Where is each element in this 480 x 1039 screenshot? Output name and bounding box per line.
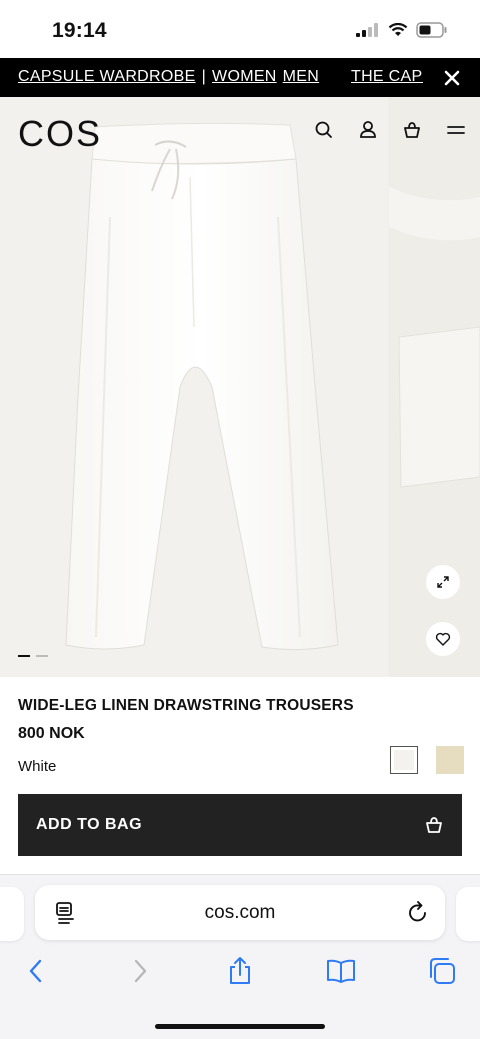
book-icon: [327, 959, 355, 983]
share-button[interactable]: [224, 955, 256, 987]
bag-button[interactable]: [400, 118, 424, 142]
bag-icon: [426, 817, 442, 833]
search-button[interactable]: [312, 118, 336, 142]
previous-tab-card[interactable]: [0, 887, 24, 941]
wishlist-button[interactable]: [426, 622, 460, 656]
add-to-bag-label: ADD TO BAG: [36, 816, 143, 833]
add-to-bag-button[interactable]: ADD TO BAG: [18, 794, 462, 856]
back-button[interactable]: [20, 955, 52, 987]
announcement-link-men[interactable]: MEN: [283, 68, 319, 86]
announcement-separator: |: [201, 68, 207, 85]
gallery-dot-1[interactable]: [18, 655, 30, 657]
browser-toolbar: [0, 955, 480, 995]
announcement-links: CAPSULE WARDROBE | WOMEN MEN: [18, 68, 319, 86]
expand-icon: [437, 576, 449, 588]
swatch-beige[interactable]: [436, 746, 464, 774]
announcement-link-capsule[interactable]: CAPSULE WARDROBE: [18, 68, 196, 86]
browser-chrome: cos.com: [0, 874, 480, 1039]
next-tab-card[interactable]: [456, 887, 480, 941]
header-icons: [312, 118, 468, 142]
home-indicator: [155, 1024, 325, 1029]
battery-icon: [416, 22, 447, 38]
menu-icon: [447, 126, 465, 134]
wifi-icon: [388, 23, 408, 36]
announcement-close-button[interactable]: [440, 66, 464, 90]
gallery-pagination: [18, 655, 48, 657]
status-time: 19:14: [52, 19, 107, 42]
cos-logo[interactable]: COS: [18, 113, 102, 155]
product-price: 800 NOK: [18, 725, 85, 742]
heart-icon: [435, 632, 451, 646]
gallery-dot-2[interactable]: [36, 655, 48, 657]
address-url[interactable]: cos.com: [35, 902, 445, 924]
bag-icon: [404, 122, 420, 138]
chevron-left-icon: [29, 959, 42, 983]
reload-icon[interactable]: [407, 900, 429, 929]
bookmarks-button[interactable]: [325, 955, 357, 987]
status-icons: [356, 22, 448, 38]
expand-image-button[interactable]: [426, 565, 460, 599]
chevron-right-icon: [134, 959, 147, 983]
menu-button[interactable]: [444, 118, 468, 142]
product-gallery[interactable]: [0, 97, 480, 677]
tabs-button[interactable]: [426, 955, 458, 987]
announcement-link-women[interactable]: WOMEN: [212, 68, 277, 86]
account-icon: [360, 121, 376, 138]
swatch-white[interactable]: [390, 746, 418, 774]
product-title: WIDE-LEG LINEN DRAWSTRING TROUSERS: [18, 697, 354, 714]
forward-button[interactable]: [124, 955, 156, 987]
announcement-link-repeat[interactable]: THE CAPSULE WARDROBE: [351, 68, 423, 85]
status-bar: 19:14: [0, 0, 480, 58]
tabs-icon: [430, 958, 455, 984]
announcement-bar: CAPSULE WARDROBE | WOMEN MEN THE CAPSULE…: [0, 58, 480, 97]
close-icon: [444, 70, 460, 86]
address-bar[interactable]: cos.com: [35, 885, 445, 940]
account-button[interactable]: [356, 118, 380, 142]
trousers-image: [65, 122, 339, 651]
share-icon: [230, 957, 250, 984]
search-icon: [315, 121, 332, 138]
product-color-name: White: [18, 758, 57, 775]
signal-icon: [356, 23, 378, 37]
product-image-main[interactable]: [0, 97, 387, 677]
announcement-marquee-repeat: THE CAPSULE WARDROBE: [351, 68, 423, 86]
